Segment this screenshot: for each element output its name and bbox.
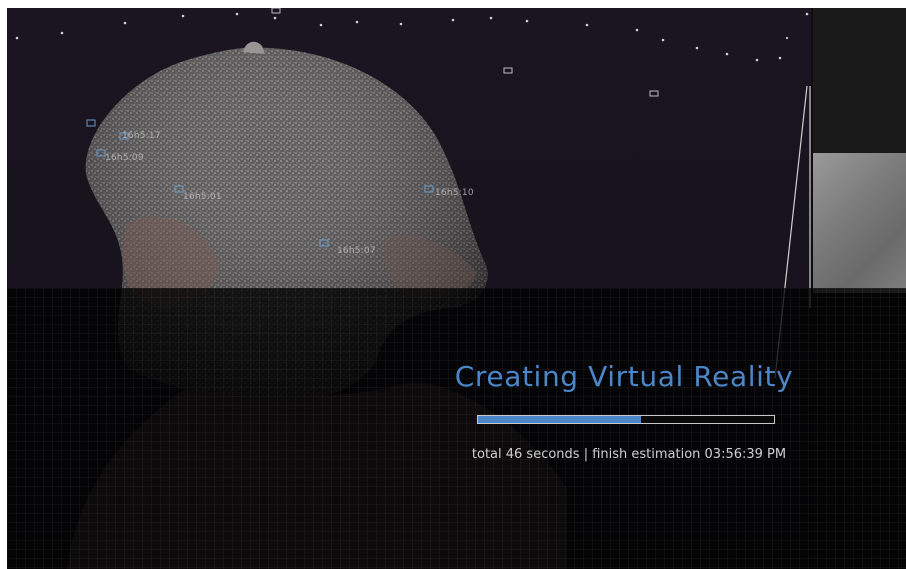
- progress-bar-fill: [478, 416, 641, 423]
- progress-overlay: Creating Virtual Reality total 46 second…: [7, 288, 906, 569]
- progress-status-text: total 46 seconds | finish estimation 03:…: [471, 447, 787, 462]
- camera-dots: [15, 12, 809, 62]
- app-window: 16h5:17 16h5:10 16h5:01 16h5:07 16h5:09 …: [7, 8, 906, 569]
- progress-title: Creating Virtual Reality: [454, 360, 794, 393]
- progress-bar: [477, 415, 775, 424]
- floor-grid: [7, 288, 906, 569]
- camera-preview-thumbnail[interactable]: [813, 153, 906, 293]
- camera-label: 16h5:10: [435, 188, 474, 198]
- camera-label: 16h5:01: [183, 192, 222, 202]
- camera-label: 16h5:17: [122, 131, 161, 141]
- camera-label: 16h5:09: [105, 153, 144, 163]
- camera-label: 16h5:07: [337, 246, 376, 256]
